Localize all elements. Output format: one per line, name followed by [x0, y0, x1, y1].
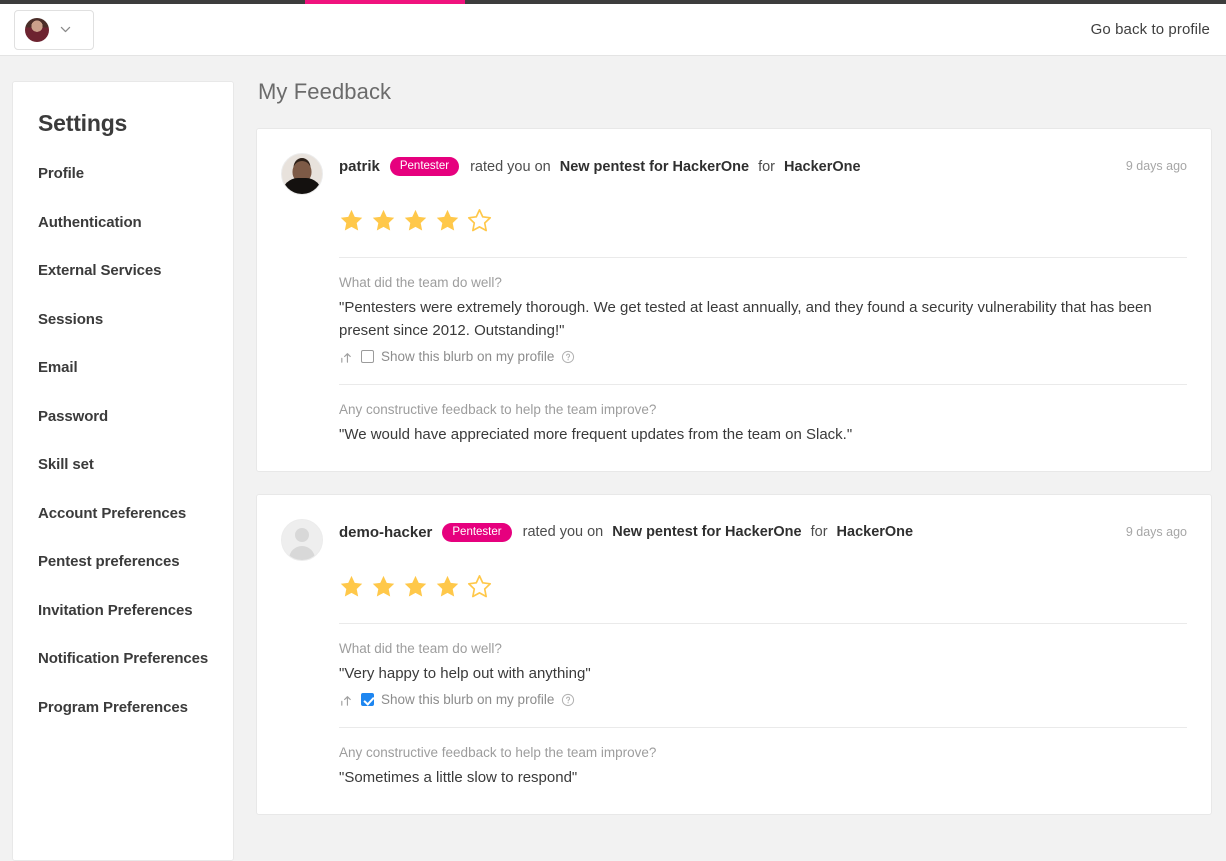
sidebar-item-invitation-preferences[interactable]: Invitation Preferences	[38, 602, 233, 619]
sidebar-title: Settings	[38, 110, 233, 137]
answer-text: "Pentesters were extremely thorough. We …	[339, 297, 1187, 342]
star-filled-3	[403, 574, 428, 599]
rated-on-label: rated you on	[523, 524, 604, 540]
reviewer-username[interactable]: demo-hacker	[339, 524, 432, 541]
sidebar-item-skill-set[interactable]: Skill set	[38, 456, 233, 473]
star-filled-1	[339, 208, 364, 233]
feedback-question-block-1: What did the team do well? "Pentesters w…	[339, 257, 1187, 364]
team-name-link[interactable]: HackerOne	[837, 524, 914, 540]
share-arrow-icon	[339, 349, 354, 364]
star-filled-2	[371, 208, 396, 233]
question-label: What did the team do well?	[339, 641, 1187, 656]
feedback-main: My Feedback 9 days ago patrik Pentester …	[256, 79, 1212, 837]
feedback-timestamp: 9 days ago	[1126, 159, 1187, 173]
feedback-timestamp: 9 days ago	[1126, 525, 1187, 539]
star-filled-2	[371, 574, 396, 599]
team-name-link[interactable]: HackerOne	[784, 159, 861, 175]
page-load-progress-bar	[0, 0, 1226, 4]
sidebar-item-authentication[interactable]: Authentication	[38, 214, 233, 231]
help-circle-icon[interactable]	[561, 693, 575, 707]
answer-text: "Very happy to help out with anything"	[339, 663, 1187, 686]
answer-text: "We would have appreciated more frequent…	[339, 424, 1187, 447]
feedback-question-block-2: Any constructive feedback to help the te…	[339, 727, 1187, 790]
reviewer-avatar	[281, 153, 323, 195]
show-blurb-row: Show this blurb on my profile	[339, 349, 1187, 364]
star-filled-4	[435, 574, 460, 599]
star-empty-5	[467, 208, 492, 233]
chevron-down-icon	[59, 23, 72, 36]
star-rating	[339, 574, 1187, 599]
go-back-to-profile-link[interactable]: Go back to profile	[1091, 21, 1210, 38]
question-label: Any constructive feedback to help the te…	[339, 745, 1187, 760]
page-title: My Feedback	[258, 79, 1212, 105]
feedback-header-text: patrik Pentester rated you on New pentes…	[339, 153, 1187, 176]
feedback-question-block-1: What did the team do well? "Very happy t…	[339, 623, 1187, 708]
help-circle-icon[interactable]	[561, 350, 575, 364]
role-badge: Pentester	[390, 157, 459, 176]
reviewer-avatar	[281, 519, 323, 561]
rated-on-label: rated you on	[470, 159, 551, 175]
feedback-header: patrik Pentester rated you on New pentes…	[281, 153, 1187, 195]
show-blurb-row: Show this blurb on my profile	[339, 692, 1187, 707]
sidebar-item-account-preferences[interactable]: Account Preferences	[38, 505, 233, 522]
pentest-name-link[interactable]: New pentest for HackerOne	[560, 159, 749, 175]
show-blurb-checkbox[interactable]	[361, 693, 374, 706]
sidebar-item-password[interactable]: Password	[38, 408, 233, 425]
sidebar-item-email[interactable]: Email	[38, 359, 233, 376]
feedback-header-text: demo-hacker Pentester rated you on New p…	[339, 519, 1187, 542]
share-arrow-icon	[339, 692, 354, 707]
account-menu-button[interactable]	[14, 10, 94, 50]
feedback-question-block-2: Any constructive feedback to help the te…	[339, 384, 1187, 447]
pentest-name-link[interactable]: New pentest for HackerOne	[612, 524, 801, 540]
sidebar-item-program-preferences[interactable]: Program Preferences	[38, 699, 233, 716]
feedback-card: 9 days ago demo-hacker Pentester rated y…	[256, 494, 1212, 815]
feedback-card: 9 days ago patrik Pentester rated you on…	[256, 128, 1212, 472]
for-label: for	[811, 524, 828, 540]
page-body: Settings Profile Authentication External…	[0, 57, 1226, 822]
sidebar-item-notification-preferences[interactable]: Notification Preferences	[38, 650, 233, 667]
settings-sidebar: Settings Profile Authentication External…	[12, 81, 234, 861]
sidebar-item-profile[interactable]: Profile	[38, 165, 233, 182]
star-filled-1	[339, 574, 364, 599]
feedback-header: demo-hacker Pentester rated you on New p…	[281, 519, 1187, 561]
sidebar-item-external-services[interactable]: External Services	[38, 262, 233, 279]
for-label: for	[758, 159, 775, 175]
sidebar-item-pentest-preferences[interactable]: Pentest preferences	[38, 553, 233, 570]
star-rating	[339, 208, 1187, 233]
answer-text: "Sometimes a little slow to respond"	[339, 767, 1187, 790]
question-label: Any constructive feedback to help the te…	[339, 402, 1187, 417]
star-filled-3	[403, 208, 428, 233]
question-label: What did the team do well?	[339, 275, 1187, 290]
avatar	[25, 18, 49, 42]
progress-indicator	[305, 0, 465, 4]
top-header-bar: Go back to profile	[0, 4, 1226, 56]
star-filled-4	[435, 208, 460, 233]
role-badge: Pentester	[442, 523, 511, 542]
star-empty-5	[467, 574, 492, 599]
reviewer-username[interactable]: patrik	[339, 158, 380, 175]
show-blurb-label[interactable]: Show this blurb on my profile	[381, 349, 554, 364]
show-blurb-label[interactable]: Show this blurb on my profile	[381, 692, 554, 707]
sidebar-item-sessions[interactable]: Sessions	[38, 311, 233, 328]
show-blurb-checkbox[interactable]	[361, 350, 374, 363]
